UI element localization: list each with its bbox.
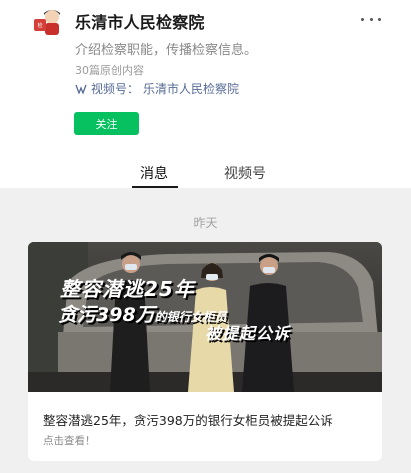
follow-button[interactable]: 关注 (74, 112, 139, 135)
active-tab-indicator (132, 186, 178, 188)
account-avatar[interactable]: 检 (32, 7, 64, 37)
channel-name: 乐清市人民检察院 (143, 82, 240, 96)
article-subtitle: 点击查看！ (43, 435, 96, 447)
cover-headline-line-3: 被提起公诉 (205, 324, 291, 343)
account-profile-header: 检 乐清市人民检察院 介绍检察职能，传播检察信息。 30篇原创内容 视频号： 乐清… (0, 0, 411, 188)
cover-headline-line-1: 整容潜逃25年 (60, 277, 195, 301)
more-horizontal-icon[interactable] (361, 11, 381, 27)
article-count: 30篇原创内容 (75, 64, 144, 77)
tab-messages[interactable]: 消息 (140, 163, 168, 183)
cover-headline-line-2: 贪污398万的银行女柜员 (58, 300, 227, 327)
article-title[interactable]: 整容潜逃25年，贪污398万的银行女柜员被提起公诉 (43, 410, 333, 429)
video-channel-icon (75, 84, 87, 94)
article-cover-image: 整容潜逃25年 贪污398万的银行女柜员 被提起公诉 (28, 242, 382, 392)
account-description: 介绍检察职能，传播检察信息。 (75, 43, 258, 58)
channel-prefix: 视频号： (91, 82, 140, 96)
cover-headline-amount: 贪污398万 (58, 304, 155, 326)
svg-text:检: 检 (37, 22, 42, 29)
article-card[interactable]: 整容潜逃25年 贪污398万的银行女柜员 被提起公诉 整容潜逃25年，贪污398… (28, 242, 382, 461)
date-separator: 昨天 (193, 216, 218, 230)
account-name: 乐清市人民检察院 (75, 13, 205, 32)
video-channel-link[interactable]: 视频号： 乐清市人民检察院 (75, 80, 239, 97)
tab-video-channel[interactable]: 视频号 (224, 163, 266, 183)
